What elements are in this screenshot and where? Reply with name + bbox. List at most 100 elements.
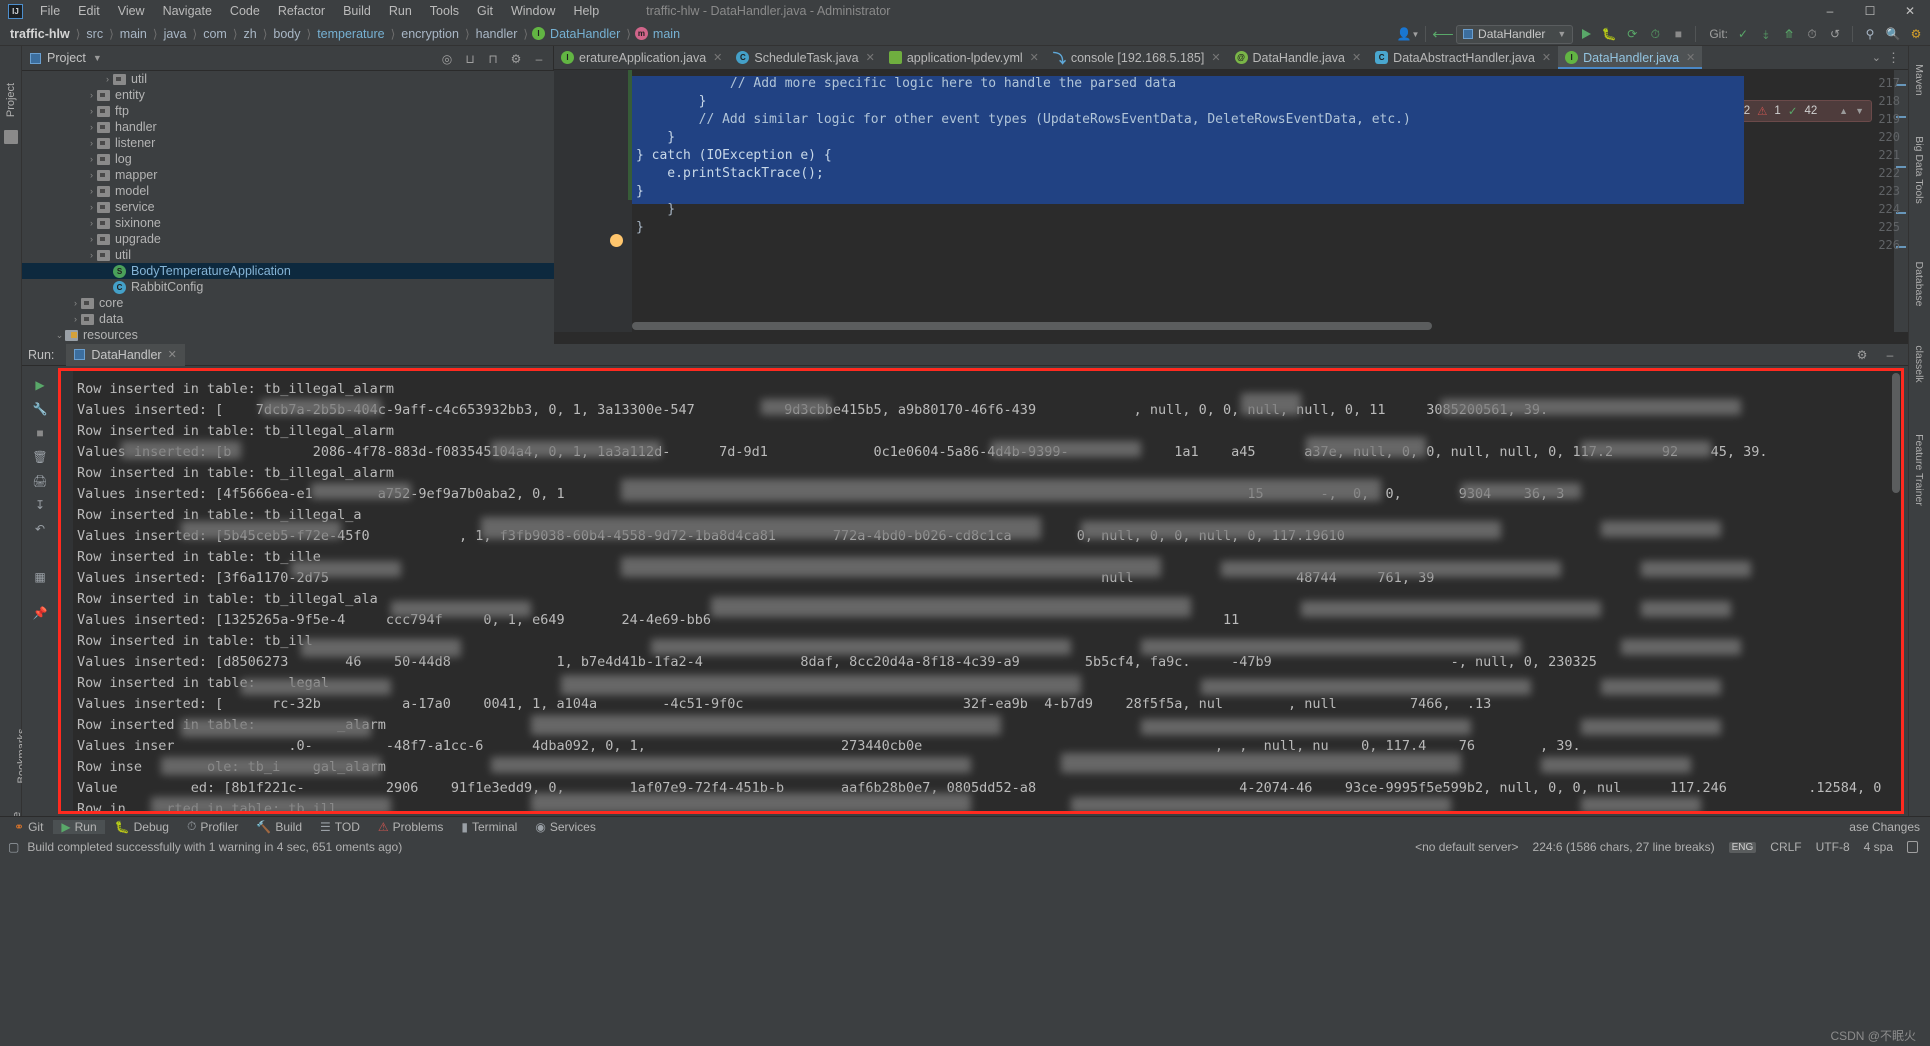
scroll-to-end-icon[interactable]: ↧ [28,494,52,516]
tree-item[interactable]: › util [22,247,554,263]
editor-tab[interactable]: I DataHandler.java ✕ [1558,46,1703,69]
tree-item[interactable]: S BodyTemperatureApplication [22,263,554,279]
bottom-tab-services[interactable]: ◉ Services [527,820,604,834]
collapse-all-icon[interactable]: ⊓ [483,49,503,69]
update-icon[interactable]: ⤈ [1756,24,1776,44]
wrench-icon[interactable]: 🔧 [28,398,52,420]
gear-icon[interactable]: ⚙ [1852,345,1872,365]
breadcrumb-item-temperature[interactable]: temperature [315,27,386,41]
gear-icon[interactable]: ⚙ [506,49,526,69]
bottom-tab-run[interactable]: ▶ Run [53,819,105,834]
close-tab-icon[interactable]: ✕ [713,51,722,64]
chevron-right-icon[interactable]: › [86,186,97,196]
print-icon[interactable]: 🖨 [28,470,52,492]
chevron-right-icon[interactable]: › [70,314,81,324]
tool-tab-project[interactable]: Project [5,70,17,130]
bottom-tab-changes[interactable]: ase Changes [1849,820,1920,834]
tree-item[interactable]: › service [22,199,554,215]
breadcrumb-item-datahandler[interactable]: DataHandler [548,27,622,41]
chevron-right-icon[interactable]: › [86,234,97,244]
breadcrumb-item-src[interactable]: src [84,27,105,41]
bottom-tab-debug[interactable]: 🐛 Debug [107,820,177,834]
chevron-right-icon[interactable]: › [86,202,97,212]
profiler-icon[interactable]: ⏱ [1645,24,1665,44]
bottom-tab-problems[interactable]: ⚠ Problems [370,820,451,834]
commit-icon[interactable]: ✓ [1733,24,1753,44]
breadcrumb-item-encryption[interactable]: encryption [399,27,461,41]
menu-navigate[interactable]: Navigate [154,2,221,20]
tree-item[interactable]: › log [22,151,554,167]
user-icon[interactable]: 👤 ▼ [1397,24,1420,44]
editor-tab[interactable]: ⤵ console [192.168.5.185] ✕ [1046,46,1228,69]
tree-item[interactable]: ⌄ resources [22,327,554,343]
breadcrumb-item-body[interactable]: body [271,27,302,41]
menu-run[interactable]: Run [380,2,421,20]
close-tab-icon[interactable]: ✕ [1211,51,1220,64]
rerun-icon[interactable]: ▶ [28,374,52,396]
bottom-tab-build[interactable]: 🔨 Build [248,820,310,834]
chevron-right-icon[interactable]: › [86,170,97,180]
menu-tools[interactable]: Tools [421,2,468,20]
tree-item[interactable]: › entity [22,87,554,103]
menu-view[interactable]: View [109,2,154,20]
tool-tab-classelk[interactable]: classelk [1913,331,1925,397]
bottom-tab-terminal[interactable]: ▮ Terminal [453,820,525,834]
tool-tab-bigdatatools[interactable]: Big Data Tools [1913,122,1925,218]
horizontal-scrollbar[interactable] [632,322,1432,330]
breadcrumb-item-handler[interactable]: handler [474,27,520,41]
search-icon[interactable]: 🔍 [1883,24,1903,44]
chevron-right-icon[interactable]: › [86,218,97,228]
pin-icon[interactable]: 📌 [28,602,52,624]
editor-tab[interactable]: application-lpdev.yml ✕ [882,46,1046,69]
editor-tab[interactable]: @ DataHandle.java ✕ [1228,46,1369,69]
breadcrumb-item-com[interactable]: com [201,27,229,41]
tree-item[interactable]: › upgrade [22,231,554,247]
marker-gutter[interactable] [1894,70,1908,332]
chevron-right-icon[interactable]: › [86,122,97,132]
caret-position[interactable]: 224:6 (1586 chars, 27 line breaks) [1533,840,1715,854]
tree-item[interactable]: › model [22,183,554,199]
chevron-right-icon[interactable]: ⌄ [54,330,65,341]
file-encoding[interactable]: UTF-8 [1816,840,1850,854]
tool-tab-maven[interactable]: Maven [1913,47,1925,113]
close-tab-icon[interactable]: ✕ [1030,51,1039,64]
settings-icon[interactable]: ⚙ [1906,24,1926,44]
menu-help[interactable]: Help [564,2,608,20]
intention-bulb-icon[interactable] [610,234,623,247]
debug-icon[interactable]: 🐛 [1599,24,1619,44]
tree-item[interactable]: › handler [22,119,554,135]
indent-setting[interactable]: 4 spa [1864,840,1893,854]
trash-icon[interactable]: 🗑 [28,446,52,468]
menu-file[interactable]: File [31,2,69,20]
tool-tab-featuretrainer[interactable]: Feature Trainer [1913,425,1925,515]
chevron-right-icon[interactable]: › [86,106,97,116]
chevron-right-icon[interactable]: › [86,250,97,260]
stop-icon[interactable]: ■ [28,422,52,444]
console-vertical-scrollbar[interactable] [1892,373,1900,493]
close-tab-icon[interactable]: ✕ [866,51,875,64]
menu-code[interactable]: Code [221,2,269,20]
chevron-right-icon[interactable]: › [102,74,113,84]
tree-item[interactable]: › core [22,295,554,311]
menu-edit[interactable]: Edit [69,2,109,20]
tree-item[interactable]: › util [22,71,554,87]
close-tab-icon[interactable]: ✕ [1352,51,1361,64]
breadcrumb-item-zh[interactable]: zh [242,27,259,41]
menu-build[interactable]: Build [334,2,380,20]
run-icon[interactable] [1576,24,1596,44]
push-icon[interactable]: ⤊ [1779,24,1799,44]
minimize-button[interactable]: – [1810,0,1850,22]
more-options-icon[interactable]: ⋮ [1887,50,1900,66]
tree-item[interactable]: › sixinone [22,215,554,231]
tree-item[interactable]: C RabbitConfig [22,279,554,295]
expand-all-icon[interactable]: ⊔ [460,49,480,69]
folder-icon[interactable] [4,130,18,144]
chevron-right-icon[interactable]: › [86,90,97,100]
chevron-right-icon[interactable]: › [86,154,97,164]
breadcrumb-item-project[interactable]: traffic-hlw [8,27,72,41]
breadcrumb-item-java[interactable]: java [162,27,189,41]
tree-item[interactable]: › data [22,311,554,327]
update-project-icon[interactable]: ⟵ [1432,24,1454,44]
maximize-button[interactable]: ☐ [1850,0,1890,22]
bottom-tab-profiler[interactable]: ⏱ Profiler [179,819,246,834]
